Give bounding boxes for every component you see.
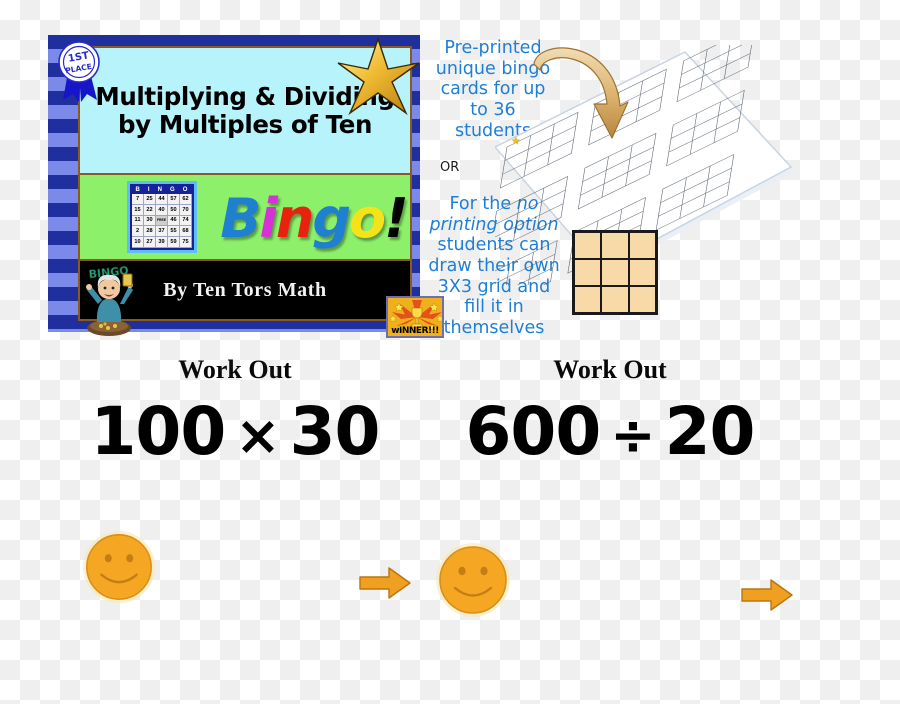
mini-card-row: 10 27 39 59 75 xyxy=(132,237,192,248)
mini-card-cell: 27 xyxy=(144,237,156,248)
mini-bingo-card-header: B I N G O xyxy=(132,186,192,194)
mini-bingo-card: B I N G O 7 25 44 57 62 15 22 40 50 70 1… xyxy=(127,181,197,253)
mini-card-cell: 22 xyxy=(144,204,156,216)
question-2-operand-a: 600 xyxy=(465,393,602,470)
question-1-operand-b: 30 xyxy=(289,393,381,470)
bingo-letter: B xyxy=(220,186,261,250)
mini-card-row: 7 25 44 57 62 xyxy=(132,194,192,205)
mini-card-cell: 57 xyxy=(168,194,180,205)
bingo-letter: ! xyxy=(384,186,409,250)
mini-card-row: 11 30 FREE 46 74 xyxy=(132,215,192,227)
mini-card-cell: 25 xyxy=(144,194,156,205)
mini-card-free-cell: FREE xyxy=(156,215,168,227)
mini-card-row: 15 22 40 50 70 xyxy=(132,204,192,216)
mini-card-cell: 44 xyxy=(156,194,168,205)
mini-card-cell: 75 xyxy=(180,237,192,248)
grid-cell xyxy=(575,233,601,258)
right-arrow-icon xyxy=(359,567,411,599)
mini-card-cell: 50 xyxy=(168,204,180,216)
mini-card-cell: 74 xyxy=(180,215,192,227)
grid-cell xyxy=(602,233,628,258)
question-1-label: Work Out xyxy=(178,355,292,384)
mini-card-cell: 28 xyxy=(144,226,156,238)
mini-card-cell: 2 xyxy=(132,226,144,238)
mini-bingo-card-body: 7 25 44 57 62 15 22 40 50 70 11 30 FREE … xyxy=(132,194,192,248)
smiley-face-icon xyxy=(82,530,156,604)
blank-3x3-grid xyxy=(572,230,658,315)
grid-cell xyxy=(575,260,601,285)
question-block-1: Work Out 100 × 30 xyxy=(80,355,390,465)
question-2-operator: ÷ xyxy=(610,404,655,467)
first-place-ribbon-icon: 1ST PLACE xyxy=(58,41,100,102)
mini-card-cell: 62 xyxy=(180,194,192,205)
mini-card-row: 2 28 37 55 68 xyxy=(132,226,192,238)
grid-cell xyxy=(602,260,628,285)
grid-cell xyxy=(575,287,601,312)
mini-card-cell: 46 xyxy=(168,215,180,227)
mini-card-cell: 70 xyxy=(180,204,192,216)
curved-arrow-icon xyxy=(533,47,629,139)
mini-card-cell: 30 xyxy=(144,215,156,227)
grid-cell xyxy=(629,287,655,312)
bingo-letter: i xyxy=(259,186,277,250)
question-block-2: Work Out 600 ÷ 20 xyxy=(455,355,765,465)
mini-card-cell: 55 xyxy=(168,226,180,238)
question-1-expression: 100 × 30 xyxy=(80,399,390,465)
mini-card-header-cell: G xyxy=(170,187,176,193)
question-1-operator: × xyxy=(235,404,280,467)
annotation-or: OR xyxy=(440,160,460,175)
mini-card-cell: 11 xyxy=(132,215,144,227)
cover-author: By Ten Tors Math xyxy=(163,278,327,301)
gold-star-icon xyxy=(337,36,420,116)
mini-card-cell: 15 xyxy=(132,204,144,216)
mini-card-header-cell: O xyxy=(182,187,189,193)
mini-card-header-cell: I xyxy=(147,187,151,193)
question-2-expression: 600 ÷ 20 xyxy=(455,399,765,465)
mini-card-header-cell: N xyxy=(157,187,163,193)
question-2-operand-b: 20 xyxy=(664,393,756,470)
bingo-letter: o xyxy=(349,186,386,250)
mini-card-cell: 7 xyxy=(132,194,144,205)
mini-card-cell: 39 xyxy=(156,237,168,248)
bingo-lady-clipart: BINGO xyxy=(86,264,133,336)
bingo-wordmark: Bi n g o! xyxy=(220,175,409,261)
product-cover-image: Multiplying & Dividing by Multiples of T… xyxy=(48,35,444,338)
question-2-label: Work Out xyxy=(553,355,667,384)
bingo-letter: n xyxy=(275,186,314,250)
right-arrow-icon xyxy=(741,579,793,611)
grid-cell xyxy=(602,287,628,312)
mini-card-cell: 40 xyxy=(156,204,168,216)
grid-cell xyxy=(629,260,655,285)
grid-cell xyxy=(629,233,655,258)
smiley-face-icon xyxy=(436,543,510,617)
mini-card-cell: 10 xyxy=(132,237,144,248)
mini-card-cell: 59 xyxy=(168,237,180,248)
mini-card-cell: 37 xyxy=(156,226,168,238)
bingo-letter: g xyxy=(312,186,351,250)
mini-card-header-cell: B xyxy=(135,187,141,193)
question-1-operand-a: 100 xyxy=(90,393,227,470)
mini-card-cell: 68 xyxy=(180,226,192,238)
